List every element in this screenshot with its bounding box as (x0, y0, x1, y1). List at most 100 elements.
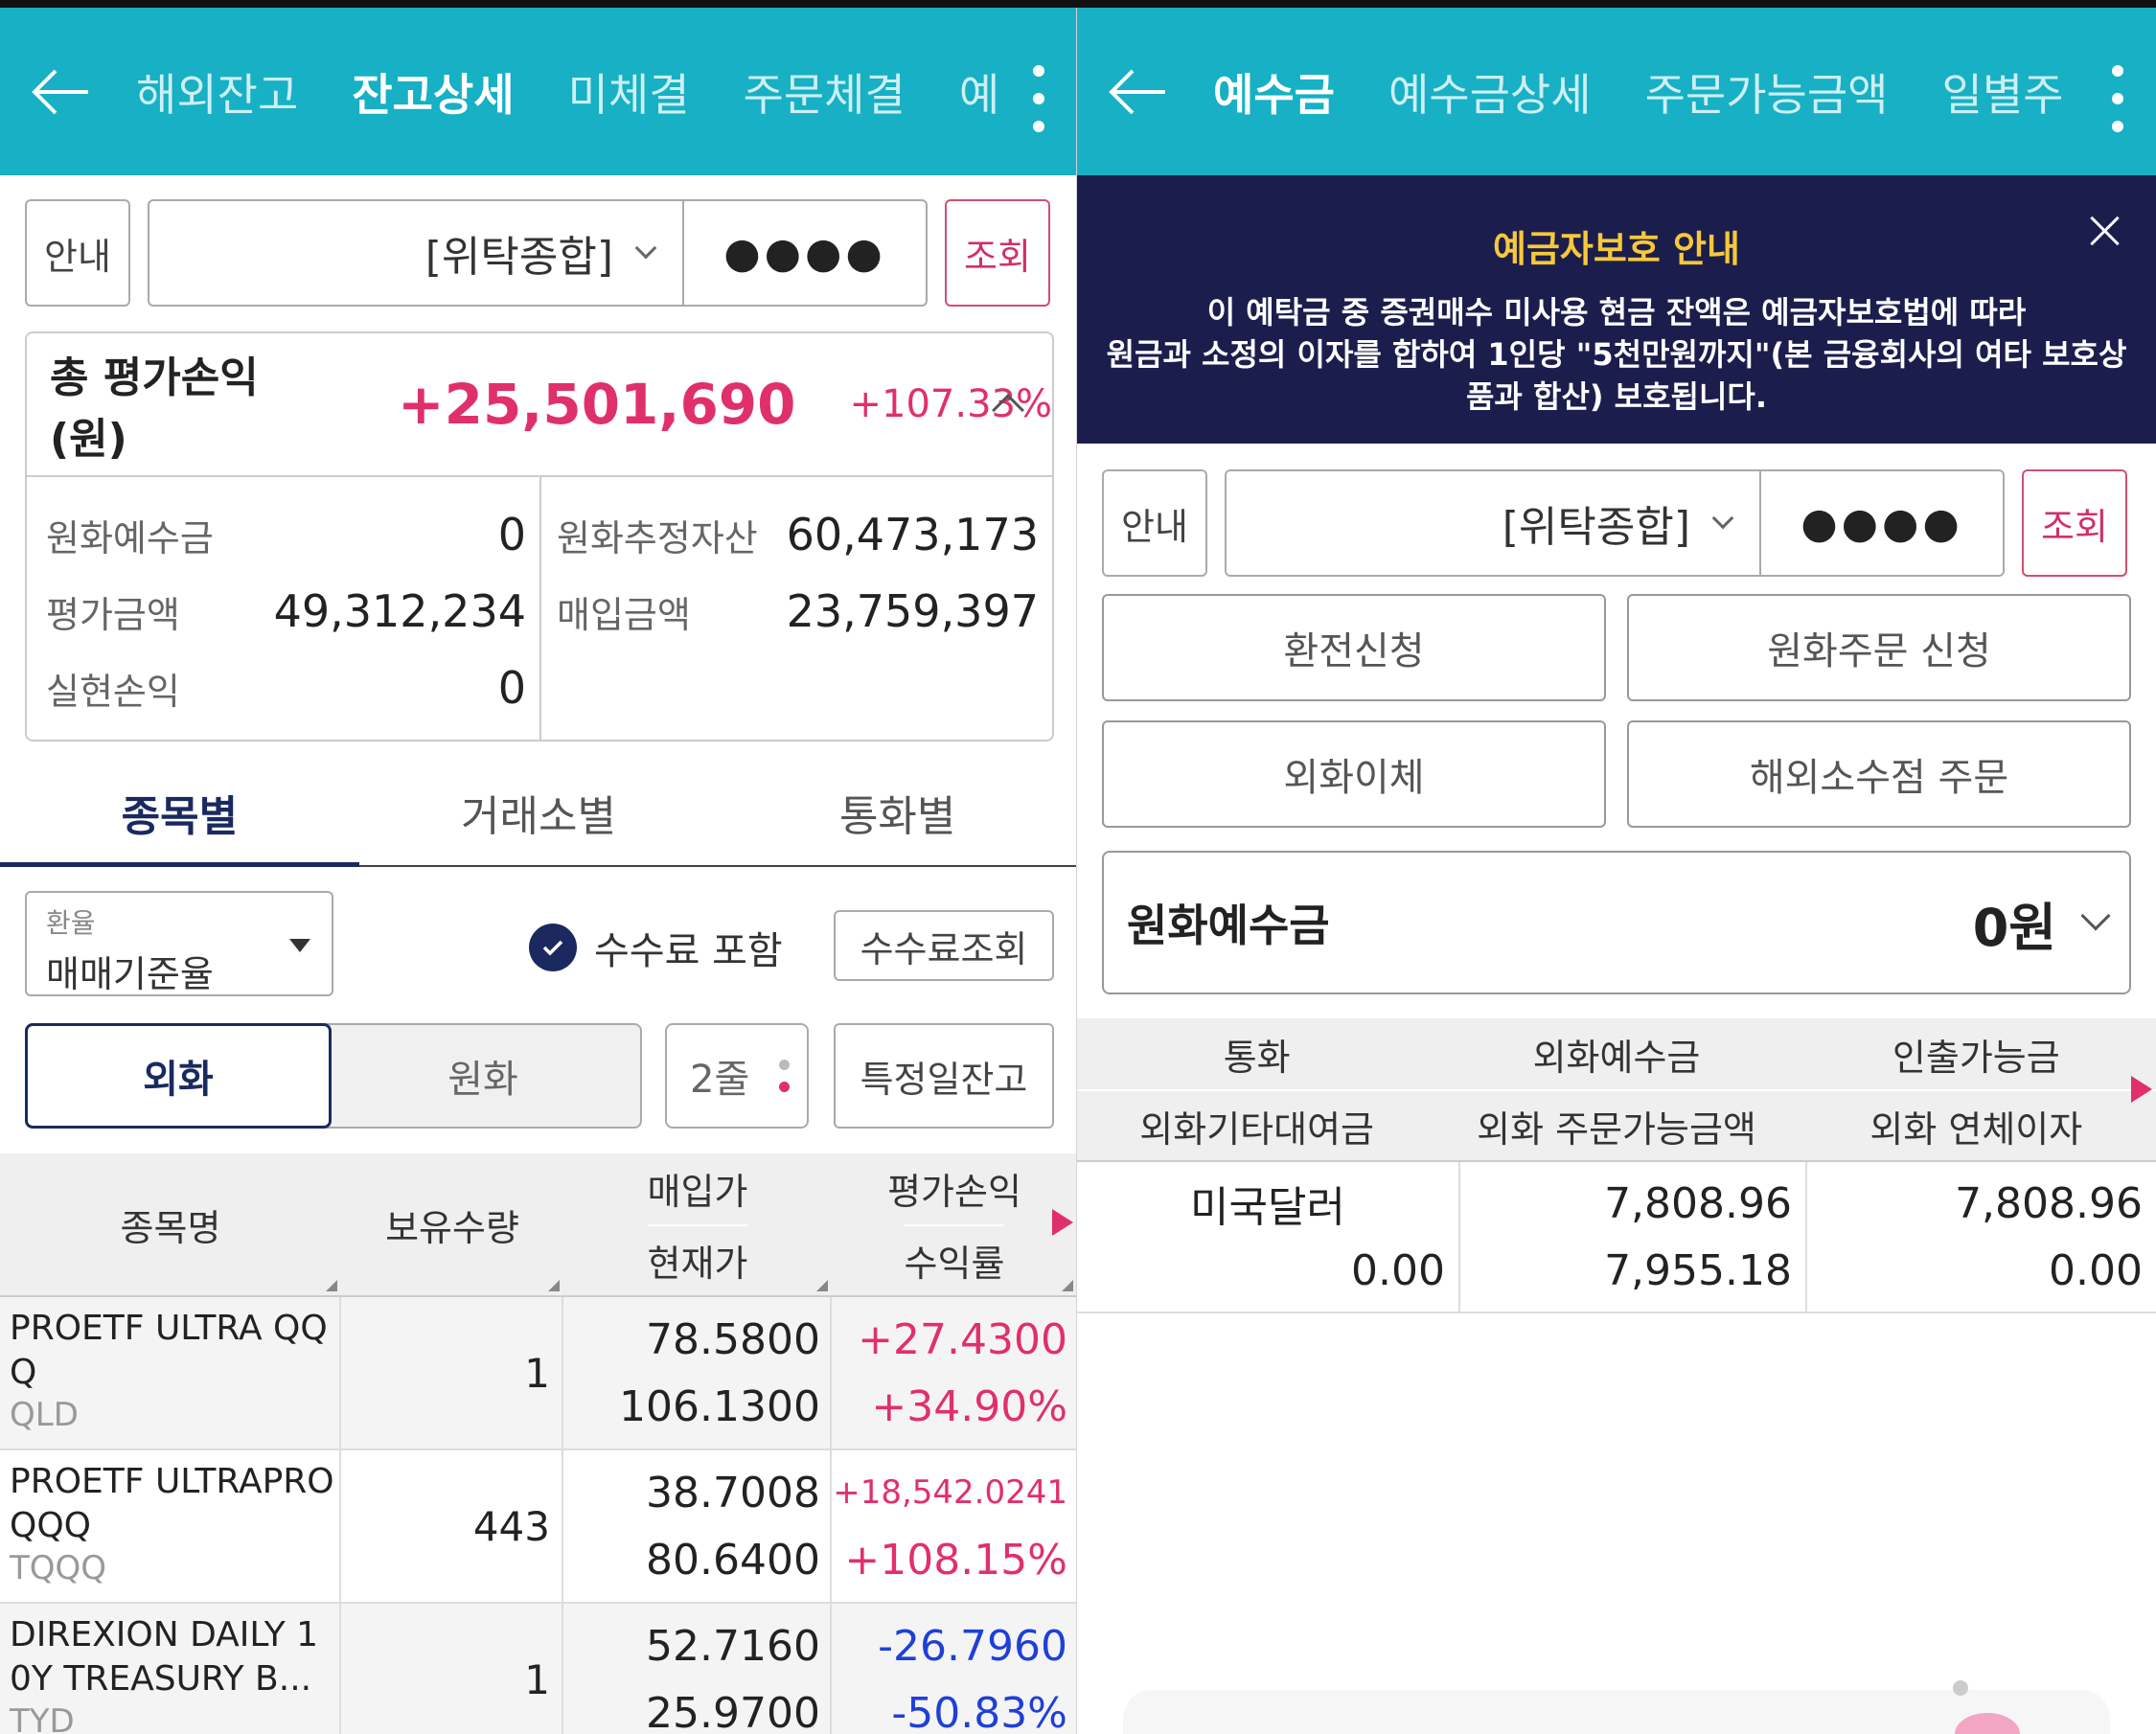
query-button[interactable]: 조회 (2022, 469, 2127, 577)
qty-cell: 1 (341, 1604, 563, 1734)
scroll-right-arrow-icon[interactable] (1052, 1209, 1073, 1236)
fractional-order-button[interactable]: 해외소수점 주문 (1627, 720, 2131, 828)
fx-orderable-value: 7,955.18 (1604, 1245, 1792, 1295)
stock-name: DIREXION DAILY 10Y TREASURY B... (10, 1615, 319, 1699)
currency-name: 미국달러 (1190, 1183, 1345, 1232)
return-value: -50.83% (891, 1688, 1067, 1734)
exchange-rate-select[interactable]: 환율 매매기준율 (25, 891, 333, 996)
summary-value: 0 (497, 662, 526, 714)
chevron-down-icon (634, 237, 657, 260)
header-return: 수익률 (904, 1223, 1005, 1295)
summary-value: 0 (497, 509, 526, 560)
summary-label: 원화예수금 (46, 516, 214, 559)
exchange-request-button[interactable]: 환전신청 (1102, 594, 1606, 701)
tab-unfilled[interactable]: 미체결 (568, 60, 690, 124)
return-value: +34.90% (871, 1381, 1067, 1431)
price-cell: 78.5800 106.1300 (563, 1297, 832, 1449)
tab-order-filled[interactable]: 주문체결 (744, 60, 906, 124)
status-strip (0, 0, 2156, 8)
pnl-cell: +18,542.0241 +108.15% (832, 1450, 1077, 1602)
table-row[interactable]: 미국달러 0.00 7,808.96 7,955.18 7,808.96 0.0… (1077, 1162, 2156, 1313)
table-header: 통화 외화예수금 인출가능금 외화기타대여금 외화 주문가능금액 외화 연체이자 (1077, 1018, 2156, 1162)
tab-deposit-detail[interactable]: 예수금상세 (1388, 60, 1592, 124)
table-row[interactable]: PROETF ULTRA QQQ QLD 1 78.5800 106.1300 … (0, 1297, 1077, 1450)
header-pnl-label: 평가손익 (887, 1171, 1021, 1214)
summary-box: 총 평가손익(원) +25,501,690 +107.33% 원화예수금 0 평가… (25, 331, 1054, 742)
checkmark-icon (529, 924, 577, 971)
currency-cell: 미국달러 0.00 (1077, 1162, 1460, 1312)
header-row: 외화기타대여금 외화 주문가능금액 외화 연체이자 (1077, 1089, 2156, 1160)
tab-balance-detail[interactable]: 잔고상세 (352, 60, 514, 124)
account-name: [위탁종합] (1502, 503, 1690, 552)
tab-overseas-balance[interactable]: 해외잔고 (136, 60, 298, 124)
header-pnl[interactable]: 평가손익 수익률 (832, 1153, 1077, 1295)
table-row[interactable]: PROETF ULTRAPRO QQQ TQQQ 443 38.7008 80.… (0, 1450, 1077, 1604)
current-price: 106.1300 (619, 1381, 820, 1431)
table-row[interactable]: DIREXION DAILY 10Y TREASURY B... TYD 1 5… (0, 1604, 1077, 1734)
fx-transfer-button[interactable]: 외화이체 (1102, 720, 1606, 828)
header-withdrawable: 인출가능금 (1892, 1036, 2060, 1079)
more-menu-icon[interactable] (2099, 65, 2137, 132)
chevron-down-icon (1711, 507, 1734, 530)
foreign-currency-button[interactable]: 외화 (25, 1023, 332, 1129)
pnl-value: +27.4300 (858, 1314, 1067, 1364)
scroll-right-arrow-icon[interactable] (2131, 1076, 2152, 1103)
summary-value: 23,759,397 (786, 585, 1039, 637)
currency-toggle: 외화 원화 (25, 1023, 642, 1129)
deposit-cell: 7,808.96 7,955.18 (1460, 1162, 1807, 1312)
specific-date-balance-button[interactable]: 특정일잔고 (834, 1023, 1054, 1129)
summary-col-left: 원화예수금 0 평가금액 49,312,234 실현손익 0 (27, 477, 539, 742)
app-header: 해외잔고 잔고상세 미체결 주문체결 예 (0, 8, 1077, 175)
pnl-value: -26.7960 (878, 1621, 1067, 1671)
fee-include-label: 수수료 포함 (594, 929, 783, 973)
subtab-by-exchange[interactable]: 거래소별 (359, 760, 719, 865)
account-select[interactable]: [위탁종합] (1225, 469, 1761, 577)
close-icon[interactable] (2087, 214, 2122, 248)
query-button[interactable]: 조회 (945, 199, 1050, 307)
krw-deposit-box[interactable]: 원화예수금 0원 (1102, 851, 2131, 994)
stock-ticker: TQQQ (10, 1549, 107, 1587)
more-menu-icon[interactable] (1020, 65, 1058, 132)
stock-name: PROETF ULTRAPRO QQQ (10, 1462, 334, 1545)
fee-include-checkbox[interactable]: 수수료 포함 (529, 920, 783, 975)
tab-deposit[interactable]: 예수금 (1213, 60, 1335, 124)
header-buy-price: 매입가 (647, 1171, 748, 1214)
subtab-by-stock[interactable]: 종목별 (0, 760, 359, 867)
password-field[interactable]: ●●●● (1761, 469, 2005, 577)
piggy-bank-icon (1953, 1680, 2020, 1734)
line-mode-select[interactable]: 2줄 (665, 1023, 809, 1129)
header-name-label: 종목명 (120, 1206, 221, 1249)
stock-name: PROETF ULTRA QQQ (10, 1309, 328, 1392)
back-arrow-icon[interactable] (1104, 63, 1181, 121)
tab-orderable-amount[interactable]: 주문가능금액 (1645, 60, 1889, 124)
krw-deposit-value: 0원 (1972, 897, 2056, 958)
holdings-table: 종목명 보유수량 매입가 현재가 평가손익 수익률 PROETF ULTRA Q… (0, 1153, 1077, 1734)
password-field[interactable]: ●●●● (684, 199, 928, 307)
krw-button[interactable]: 원화 (326, 1023, 642, 1129)
tab-truncated[interactable]: 예 (959, 60, 999, 124)
header-name[interactable]: 종목명 (0, 1153, 341, 1295)
header-row: 통화 외화예수금 인출가능금 (1077, 1018, 2156, 1089)
pnl-cell: -26.7960 -50.83% (832, 1604, 1077, 1734)
header-overdue-interest: 외화 연체이자 (1869, 1107, 2083, 1151)
header-other-loan: 외화기타대여금 (1139, 1107, 1375, 1151)
summary-title: 총 평가손익(원) (50, 354, 259, 464)
summary-row: 실현손익 0 (46, 650, 526, 726)
account-select[interactable]: [위탁종합] (148, 199, 684, 307)
summary-label: 매입금액 (557, 593, 691, 636)
summary-header[interactable]: 총 평가손익(원) +25,501,690 +107.33% (27, 333, 1052, 477)
total-pnl-value: +25,501,690 (398, 372, 796, 437)
subtab-by-currency[interactable]: 통화별 (718, 760, 1077, 865)
withdrawable-cell: 7,808.96 0.00 (1807, 1162, 2156, 1312)
back-arrow-icon[interactable] (27, 63, 103, 121)
krw-order-request-button[interactable]: 원화주문 신청 (1627, 594, 2131, 701)
fee-query-button[interactable]: 수수료조회 (834, 910, 1054, 981)
guide-button[interactable]: 안내 (1102, 469, 1207, 577)
guide-button[interactable]: 안내 (25, 199, 130, 307)
summary-label: 평가금액 (46, 593, 180, 636)
header-qty[interactable]: 보유수량 (341, 1153, 563, 1295)
rate-value: 매매기준율 (46, 953, 214, 995)
tab-daily[interactable]: 일별주 (1942, 60, 2064, 124)
header-price[interactable]: 매입가 현재가 (563, 1153, 832, 1295)
header-fx-orderable: 외화 주문가능금액 (1477, 1107, 1756, 1151)
